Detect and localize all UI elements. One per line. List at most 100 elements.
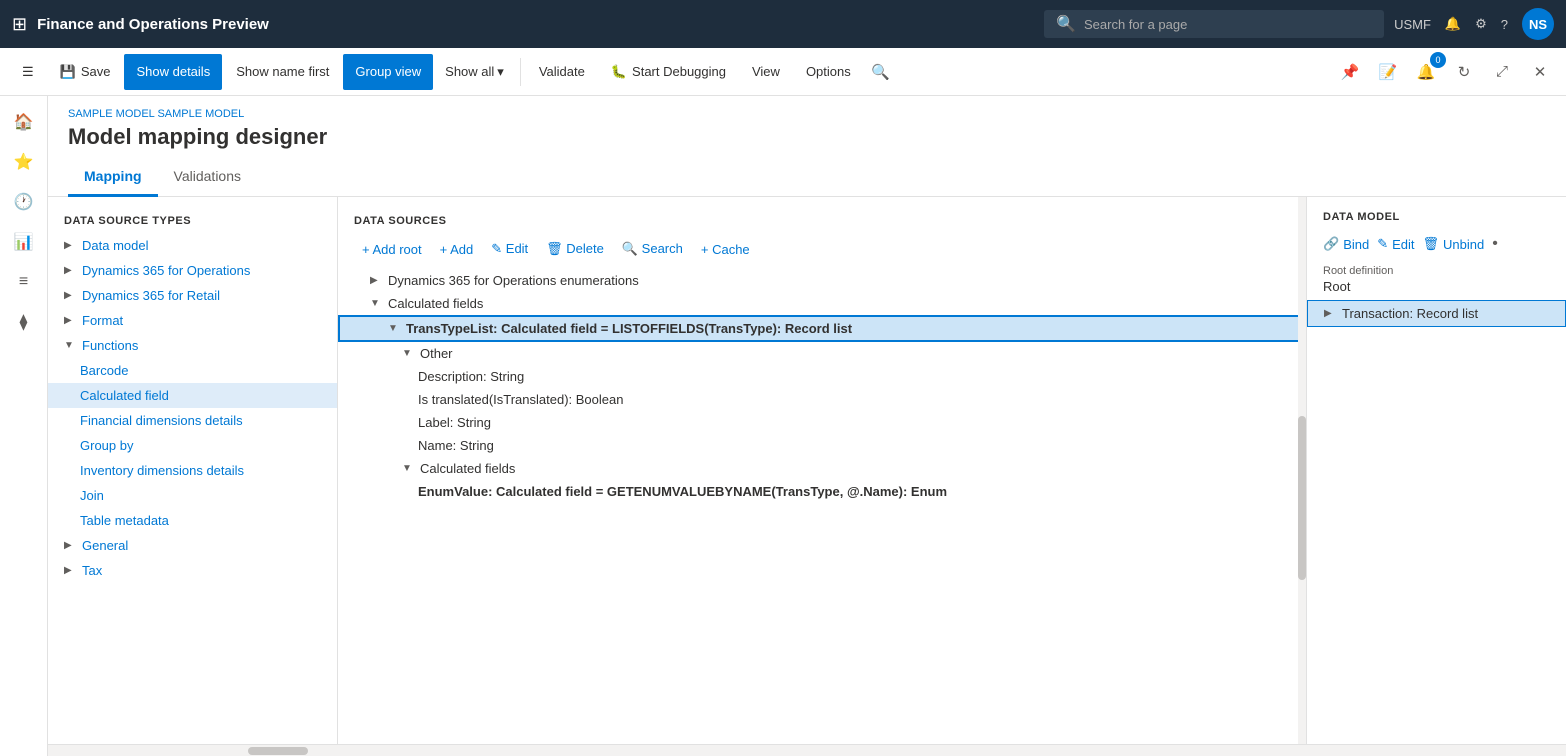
hamburger-button[interactable]: ☰ bbox=[10, 54, 46, 90]
tree-item-data-model[interactable]: ▶ Data model bbox=[48, 233, 337, 258]
cache-button[interactable]: + Cache bbox=[693, 238, 758, 261]
tab-bar: Mapping Validations bbox=[48, 160, 1566, 197]
expand-icon: ▶ bbox=[64, 290, 76, 301]
chevron-down-icon: ▾ bbox=[497, 64, 504, 80]
save-button[interactable]: 💾 Save bbox=[48, 54, 123, 90]
avatar[interactable]: NS bbox=[1522, 8, 1554, 40]
edit-dm-button[interactable]: ✎ Edit bbox=[1377, 236, 1414, 252]
root-definition-value: Root bbox=[1323, 277, 1550, 298]
search-input[interactable] bbox=[1084, 17, 1372, 32]
show-name-first-button[interactable]: Show name first bbox=[224, 54, 341, 90]
gear-icon[interactable]: ⚙ bbox=[1475, 16, 1487, 32]
ds-tree-item-5[interactable]: Is translated(IsTranslated): Boolean bbox=[338, 388, 1306, 411]
panel-resize-handle[interactable] bbox=[1298, 471, 1302, 511]
recent-icon[interactable]: 🕐 bbox=[6, 184, 42, 220]
toolbar-right-actions: 📌 📝 🔔 0 ↻ ⤢ ✕ bbox=[1334, 56, 1556, 88]
unbind-button[interactable]: 🗑 Unbind bbox=[1423, 236, 1485, 252]
tree-item-group-by[interactable]: Group by bbox=[48, 433, 337, 458]
refresh-icon[interactable]: ↻ bbox=[1448, 56, 1480, 88]
dm-tree-item-transaction[interactable]: ▶ Transaction: Record list bbox=[1307, 300, 1566, 327]
more-actions-icon[interactable]: • bbox=[1492, 235, 1498, 253]
view-button[interactable]: View bbox=[740, 54, 792, 90]
home-icon[interactable]: 🏠 bbox=[6, 104, 42, 140]
add-button[interactable]: + Add bbox=[432, 238, 482, 261]
tab-mapping[interactable]: Mapping bbox=[68, 160, 158, 197]
tree-item-functions[interactable]: ▼ Functions bbox=[48, 333, 337, 358]
ds-tree-item-2[interactable]: ▼ TransTypeList: Calculated field = LIST… bbox=[338, 315, 1306, 342]
workspace-icon[interactable]: 📊 bbox=[6, 224, 42, 260]
unbind-icon: 🗑 bbox=[1423, 236, 1440, 252]
ds-tree-item-8[interactable]: ▼ Calculated fields bbox=[338, 457, 1306, 480]
validate-button[interactable]: Validate bbox=[527, 54, 597, 90]
tree-item-financial-dimensions[interactable]: Financial dimensions details bbox=[48, 408, 337, 433]
left-sidebar: 🏠 ⭐ 🕐 📊 ≡ ⧫ bbox=[0, 96, 48, 756]
show-details-button[interactable]: Show details bbox=[124, 54, 222, 90]
data-source-types-header: DATA SOURCE TYPES bbox=[48, 207, 337, 233]
help-icon[interactable]: ? bbox=[1501, 17, 1508, 32]
favorites-icon[interactable]: ⭐ bbox=[6, 144, 42, 180]
data-model-panel: DATA MODEL 🔗 Bind ✎ Edit 🗑 Unbind • bbox=[1306, 197, 1566, 744]
add-root-button[interactable]: + Add root bbox=[354, 238, 430, 261]
expand-icon: ▶ bbox=[370, 275, 382, 286]
pin-icon[interactable]: 📌 bbox=[1334, 56, 1366, 88]
delete-button[interactable]: 🗑 Delete bbox=[538, 237, 612, 261]
options-button[interactable]: Options bbox=[794, 54, 863, 90]
breadcrumb: SAMPLE MODEL SAMPLE MODEL bbox=[68, 108, 1546, 120]
bind-icon: 🔗 bbox=[1323, 236, 1339, 252]
ds-tree-item-1[interactable]: ▼ Calculated fields bbox=[338, 292, 1306, 315]
show-all-button[interactable]: Show all ▾ bbox=[435, 54, 514, 90]
close-icon[interactable]: ✕ bbox=[1524, 56, 1556, 88]
app-title: Finance and Operations Preview bbox=[37, 16, 269, 33]
save-icon: 💾 bbox=[60, 64, 76, 80]
ds-tree-item-9[interactable]: EnumValue: Calculated field = GETENUMVAL… bbox=[338, 480, 1306, 503]
start-debugging-button[interactable]: 🐛 Start Debugging bbox=[599, 54, 738, 90]
tree-item-tax[interactable]: ▶ Tax bbox=[48, 558, 337, 583]
content-area: SAMPLE MODEL SAMPLE MODEL Model mapping … bbox=[48, 96, 1566, 756]
search-ds-button[interactable]: 🔍 Search bbox=[614, 237, 691, 261]
open-new-icon[interactable]: ⤢ bbox=[1486, 56, 1518, 88]
search-button[interactable]: 🔍 bbox=[865, 56, 897, 88]
bell-icon[interactable]: 🔔 bbox=[1445, 16, 1461, 32]
ds-tree-item-6[interactable]: Label: String bbox=[338, 411, 1306, 434]
ds-tree-item-3[interactable]: ▼ Other bbox=[338, 342, 1306, 365]
tree-item-inventory-dimensions[interactable]: Inventory dimensions details bbox=[48, 458, 337, 483]
tree-item-barcode[interactable]: Barcode bbox=[48, 358, 337, 383]
bind-button[interactable]: 🔗 Bind bbox=[1323, 236, 1369, 252]
edit-button[interactable]: ✎ Edit bbox=[483, 237, 536, 261]
expand-icon: ▶ bbox=[64, 265, 76, 276]
group-view-button[interactable]: Group view bbox=[343, 54, 433, 90]
tree-item-d365-retail[interactable]: ▶ Dynamics 365 for Retail bbox=[48, 283, 337, 308]
horizontal-scroll-thumb[interactable] bbox=[248, 747, 308, 755]
tree-item-table-metadata[interactable]: Table metadata bbox=[48, 508, 337, 533]
expand-icon: ▶ bbox=[64, 540, 76, 551]
filter-icon[interactable]: ⧫ bbox=[6, 304, 42, 340]
horizontal-scrollbar[interactable] bbox=[48, 744, 1566, 756]
tree-item-join[interactable]: Join bbox=[48, 483, 337, 508]
list-icon[interactable]: ≡ bbox=[6, 264, 42, 300]
tree-item-calculated-field[interactable]: Calculated field bbox=[48, 383, 337, 408]
global-search[interactable]: 🔍 bbox=[1044, 10, 1384, 38]
ds-tree-item-7[interactable]: Name: String bbox=[338, 434, 1306, 457]
toolbar-separator-1 bbox=[520, 58, 521, 86]
breadcrumb-area: SAMPLE MODEL SAMPLE MODEL Model mapping … bbox=[48, 96, 1566, 150]
top-bar-right-actions: USMF 🔔 ⚙ ? NS bbox=[1394, 8, 1554, 40]
notes-icon[interactable]: 📝 bbox=[1372, 56, 1404, 88]
expand-icon: ▶ bbox=[64, 565, 76, 576]
expand-icon: ▼ bbox=[402, 463, 414, 474]
ds-tree-item-0[interactable]: ▶ Dynamics 365 for Operations enumeratio… bbox=[338, 269, 1306, 292]
root-definition-label: Root definition bbox=[1323, 265, 1550, 277]
expand-icon: ▼ bbox=[402, 348, 414, 359]
expand-icon: ▼ bbox=[370, 298, 382, 309]
panels-container: DATA SOURCE TYPES ▶ Data model ▶ Dynamic… bbox=[48, 197, 1566, 744]
main-container: 🏠 ⭐ 🕐 📊 ≡ ⧫ SAMPLE MODEL SAMPLE MODEL Mo… bbox=[0, 96, 1566, 756]
tree-item-format[interactable]: ▶ Format bbox=[48, 308, 337, 333]
tab-validations[interactable]: Validations bbox=[158, 160, 257, 197]
debug-icon: 🐛 bbox=[611, 64, 627, 80]
grid-icon[interactable]: ⊞ bbox=[12, 14, 27, 35]
expand-icon: ▶ bbox=[64, 315, 76, 326]
ds-tree-item-4[interactable]: Description: String bbox=[338, 365, 1306, 388]
page-title: Model mapping designer bbox=[68, 124, 1546, 150]
tree-item-general[interactable]: ▶ General bbox=[48, 533, 337, 558]
tree-item-d365-operations[interactable]: ▶ Dynamics 365 for Operations bbox=[48, 258, 337, 283]
data-sources-header: DATA SOURCES bbox=[338, 207, 1306, 233]
